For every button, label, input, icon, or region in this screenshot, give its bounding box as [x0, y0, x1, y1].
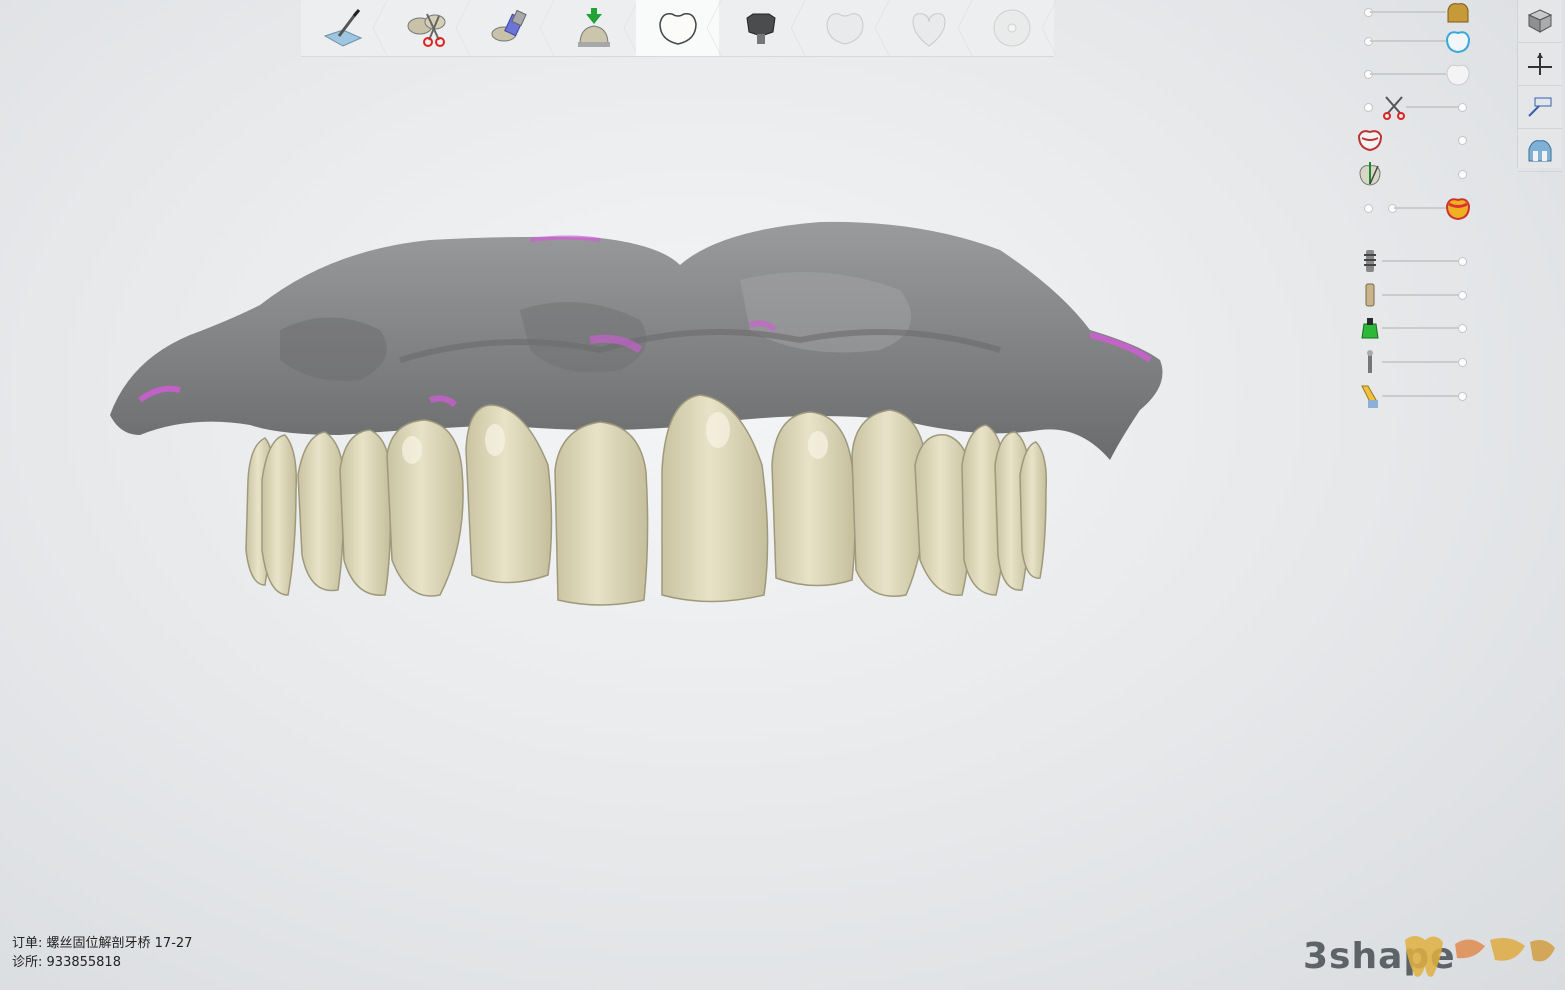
- step-insertion-direction[interactable]: [552, 0, 638, 56]
- direction-icon: [1359, 162, 1381, 186]
- step-finalize: [887, 0, 973, 56]
- measure-button[interactable]: [1518, 86, 1562, 129]
- tooth-11: [554, 421, 649, 606]
- slider-scissors[interactable]: [1350, 92, 1470, 122]
- gold-crown-icon: [1447, 3, 1469, 23]
- tooth-12: [465, 404, 553, 584]
- step-anatomy-design[interactable]: [635, 0, 722, 56]
- tooth-23: [851, 409, 928, 597]
- dental-model-viewport[interactable]: [100, 210, 1180, 620]
- watermark-logo-icon: [1405, 936, 1555, 977]
- slider-drill[interactable]: [1350, 381, 1470, 411]
- crown-outline-icon: [826, 13, 864, 45]
- workflow-toolbar: [301, 0, 1056, 57]
- step-prepare-scan[interactable]: [301, 0, 387, 56]
- tooth-16: [261, 434, 298, 596]
- clinic-line: 诊所: 933855818: [12, 953, 192, 972]
- section-plane-icon: [1528, 53, 1552, 75]
- slider-gold-crown[interactable]: [1350, 0, 1470, 27]
- step-segment[interactable]: [385, 0, 471, 56]
- disc-icon: [993, 9, 1031, 47]
- step-adjust-model[interactable]: [468, 0, 554, 56]
- gingiva-view-icon: [1528, 140, 1552, 162]
- view-tools: [1517, 0, 1562, 172]
- section-plane-button[interactable]: [1518, 43, 1562, 86]
- step-export: [970, 0, 1056, 56]
- slider-gingiva-crown[interactable]: [1350, 193, 1471, 223]
- green-abutment-icon: [1361, 318, 1379, 339]
- gingiva-crown-icon: [1445, 198, 1471, 221]
- scissors-icon: [1383, 96, 1405, 120]
- step-connector[interactable]: [719, 0, 805, 56]
- order-line: 订单: 螺丝固位解剖牙桥 17-27: [12, 934, 192, 953]
- heart-tooth-icon: [912, 13, 946, 47]
- clinic-label: 诊所:: [12, 955, 43, 970]
- visibility-panel: [1350, 0, 1515, 420]
- order-info: 订单: 螺丝固位解剖牙桥 17-27 诊所: 933855818: [12, 934, 192, 972]
- order-label: 订单:: [12, 936, 43, 951]
- insertion-arrow-icon: [577, 8, 610, 47]
- cut-scissors-icon: [407, 13, 445, 47]
- view-cube-icon: [1527, 9, 1553, 33]
- tooth-14: [339, 429, 392, 596]
- antagonist-icon: [1357, 130, 1383, 152]
- tooth-15: [297, 431, 345, 592]
- step-sculpt: [803, 0, 889, 56]
- gingiva-view-button[interactable]: [1518, 129, 1562, 172]
- drill-icon: [1361, 385, 1378, 408]
- blue-crown-icon: [1445, 31, 1471, 54]
- slider-green-abutment[interactable]: [1350, 313, 1470, 343]
- pin-icon: [1367, 350, 1373, 373]
- crown-icon: [658, 12, 697, 45]
- slider-implant-screw[interactable]: [1350, 246, 1470, 276]
- scan-knife-icon: [323, 9, 363, 47]
- abutment-icon: [746, 13, 776, 44]
- view-cube-button[interactable]: [1518, 0, 1562, 43]
- implant-screw-icon: [1364, 250, 1376, 272]
- slider-white-crown[interactable]: [1350, 59, 1470, 89]
- slider-blue-crown[interactable]: [1350, 26, 1471, 56]
- tooth-27: [1019, 441, 1048, 579]
- tooth-13: [386, 419, 464, 597]
- slider-scanbody[interactable]: [1350, 280, 1470, 310]
- white-crown-icon: [1446, 64, 1470, 86]
- slider-pin[interactable]: [1350, 347, 1470, 377]
- measure-icon: [1528, 97, 1552, 117]
- model-blocks-icon: [491, 9, 527, 42]
- slider-direction[interactable]: [1350, 159, 1470, 189]
- scanbody-icon: [1365, 283, 1375, 307]
- slider-antagonist[interactable]: [1350, 125, 1470, 155]
- clinic-value: 933855818: [46, 955, 121, 970]
- order-value: 螺丝固位解剖牙桥 17-27: [46, 936, 193, 951]
